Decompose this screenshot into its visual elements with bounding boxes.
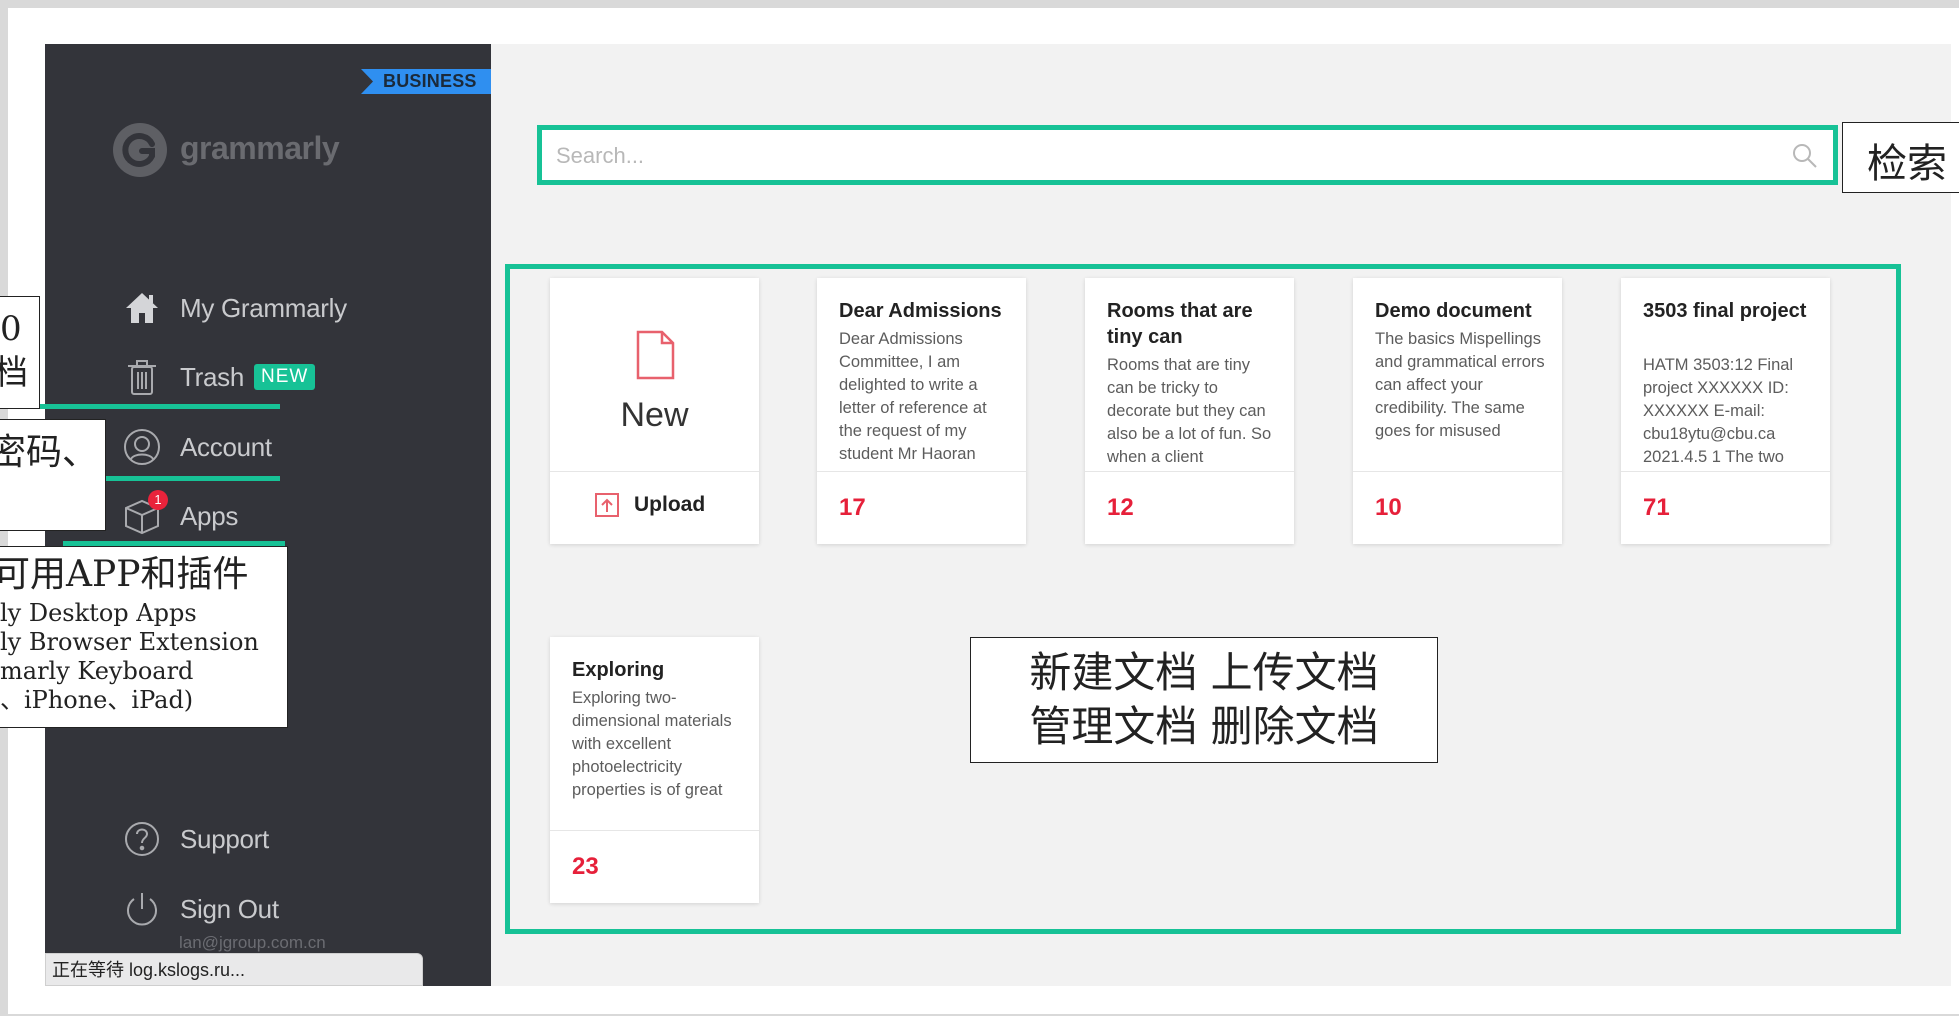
trash-icon: [122, 357, 162, 397]
business-badge-label: BUSINESS: [383, 71, 477, 91]
power-icon: [122, 889, 162, 929]
document-title: Rooms that are tiny can: [1107, 300, 1253, 348]
callout-apps-line2: ly Browser Extension: [0, 628, 259, 656]
document-issue-count: 23: [572, 853, 599, 880]
card-divider: [817, 471, 1026, 472]
document-card[interactable]: Demo document The basics Mispellings and…: [1353, 278, 1562, 544]
apps-box-icon: 1: [122, 490, 168, 536]
nav-my-grammarly-label: My Grammarly: [180, 292, 347, 323]
nav-trash[interactable]: Trash NEW: [122, 355, 316, 399]
upload-label: Upload: [634, 493, 706, 516]
document-issue-count: 71: [1643, 494, 1670, 521]
nav-sign-out-label: Sign Out: [180, 893, 279, 924]
new-document-card[interactable]: New Upload: [550, 278, 759, 544]
upload-icon: [595, 493, 619, 517]
search-input[interactable]: [554, 136, 1788, 176]
callout-search-text: 检索: [1867, 141, 1947, 187]
callout-trash-line2: 档: [0, 351, 28, 395]
document-snippet: The basics Mispellings and grammatical e…: [1375, 330, 1545, 440]
document-snippet: Rooms that are tiny can be tricky to dec…: [1107, 356, 1272, 466]
logo-text: grammarly: [180, 130, 340, 166]
search-icon[interactable]: [1791, 142, 1819, 170]
document-title: 3503 final project: [1643, 300, 1807, 322]
document-snippet: Exploring two-dimensional materials with…: [572, 689, 732, 799]
card-divider: [1353, 471, 1562, 472]
callout-documents-line2: 管理文档 删除文档: [1029, 702, 1379, 751]
callout-trash-line1: 0: [0, 309, 22, 349]
document-card[interactable]: Dear Admissions Dear Admissions Committe…: [817, 278, 1026, 544]
document-title: Exploring: [572, 659, 665, 681]
callout-account: 密码、: [0, 419, 106, 531]
home-icon: [122, 288, 162, 328]
account-icon: [122, 427, 162, 467]
callout-documents-line1: 新建文档 上传文档: [1029, 648, 1379, 697]
callout-apps-line1: ly Desktop Apps: [0, 599, 197, 627]
help-circle-icon: [122, 819, 162, 859]
nav-apps-label: Apps: [180, 500, 239, 531]
callout-account-line1: 密码、: [0, 432, 99, 473]
nav-account-label: Account: [180, 431, 272, 462]
callout-apps-title: 可用APP和插件: [0, 554, 249, 595]
search-bar: [537, 125, 1838, 185]
nav-account[interactable]: Account: [122, 425, 272, 469]
callout-documents: 新建文档 上传文档 管理文档 删除文档: [970, 637, 1438, 763]
nav-my-grammarly[interactable]: My Grammarly: [122, 286, 347, 330]
nav-sign-out[interactable]: Sign Out: [122, 887, 279, 931]
document-snippet: HATM 3503:12 Final project XXXXXX ID: XX…: [1643, 356, 1794, 466]
upload-button[interactable]: Upload: [594, 492, 705, 518]
callout-trash: 0 档: [0, 296, 40, 409]
callout-apps: 可用APP和插件 ly Desktop Apps ly Browser Exte…: [0, 546, 288, 728]
document-issue-count: 12: [1107, 494, 1134, 521]
new-document-label: New: [620, 396, 689, 434]
nav-support-label: Support: [180, 823, 269, 854]
card-divider: [1085, 471, 1294, 472]
document-issue-count: 17: [839, 494, 866, 521]
document-title: Demo document: [1375, 300, 1532, 322]
nav-apps[interactable]: 1 Apps: [122, 490, 239, 538]
document-card[interactable]: Exploring Exploring two-dimensional mate…: [550, 637, 759, 903]
card-divider: [1621, 471, 1830, 472]
document-card[interactable]: 3503 final project HATM 3503:12 Final pr…: [1621, 278, 1830, 544]
callout-apps-line3: marly Keyboard: [0, 657, 194, 685]
nav-support[interactable]: Support: [122, 817, 269, 861]
user-email: lan@jgroup.com.cn: [179, 933, 326, 952]
apps-notification-badge: 1: [148, 490, 168, 510]
document-card[interactable]: Rooms that are tiny can Rooms that are t…: [1085, 278, 1294, 544]
document-snippet: Dear Admissions Committee, I am delighte…: [839, 330, 987, 463]
annotation-line-trash: [38, 404, 280, 409]
grammarly-g-icon: [113, 123, 167, 177]
callout-apps-line4: 、iPhone、iPad): [0, 686, 194, 714]
callout-search: 检索: [1842, 122, 1959, 193]
browser-status-bar: 正在等待 log.kslogs.ru...: [45, 953, 423, 986]
card-divider: [550, 471, 759, 472]
new-document-icon: [636, 330, 675, 380]
nav-trash-label: Trash: [180, 361, 244, 392]
document-title: Dear Admissions: [839, 300, 1002, 322]
new-pill-badge: NEW: [254, 364, 316, 390]
document-issue-count: 10: [1375, 494, 1402, 521]
business-badge: BUSINESS: [361, 69, 491, 94]
annotation-line-account: [105, 476, 280, 481]
card-divider: [550, 830, 759, 831]
